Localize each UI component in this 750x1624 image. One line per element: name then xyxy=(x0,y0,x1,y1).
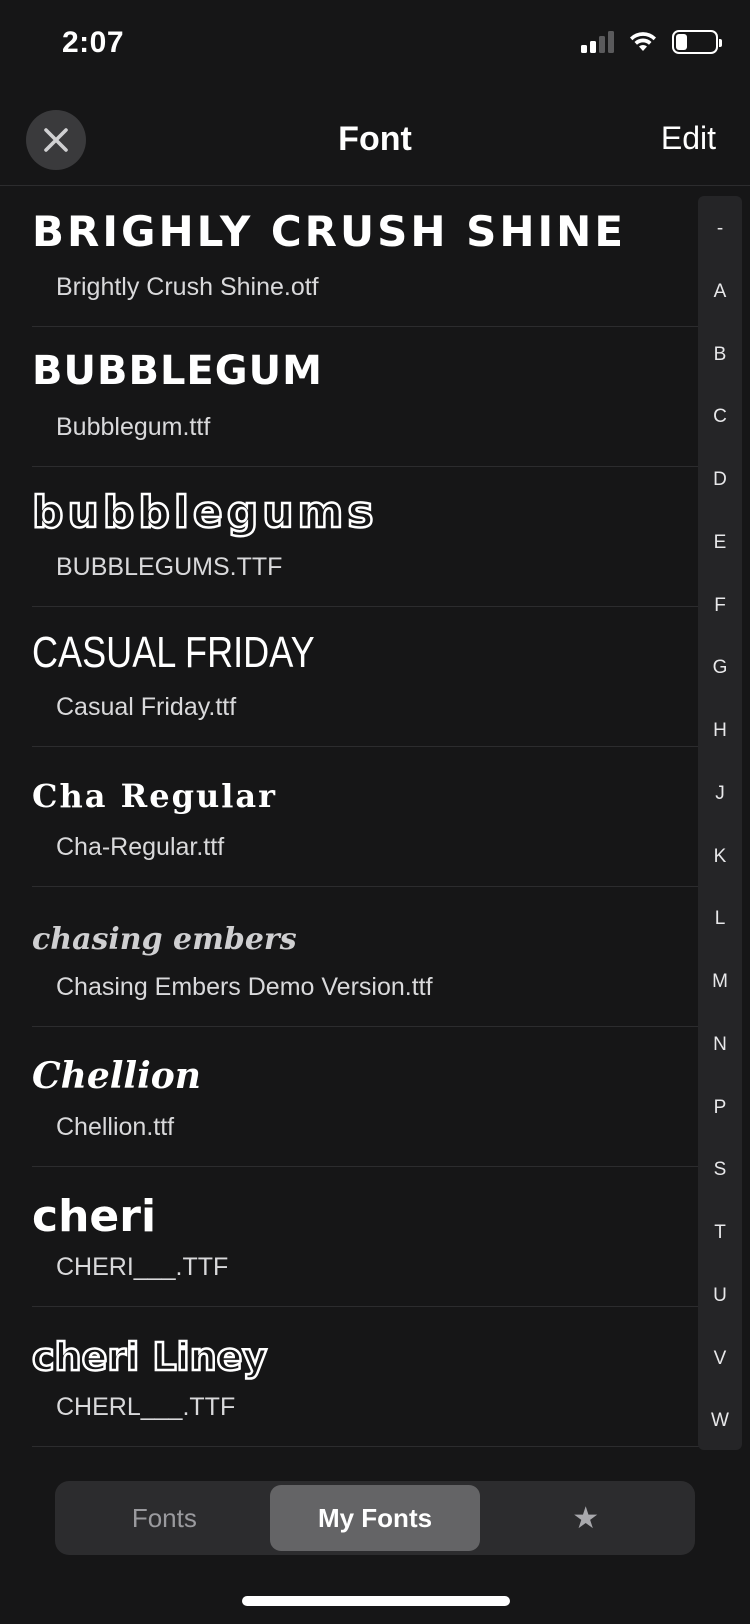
index-letter[interactable]: M xyxy=(698,971,742,993)
font-preview: cheri xyxy=(32,1191,157,1242)
battery-level xyxy=(676,34,688,50)
font-preview: CASUAL FRIDAY xyxy=(32,628,315,677)
font-list-item[interactable]: cheri CHERI___.TTF xyxy=(32,1167,700,1307)
index-letter[interactable]: W xyxy=(698,1410,742,1432)
font-list-item[interactable]: CASUAL FRIDAY Casual Friday.ttf xyxy=(32,607,700,747)
index-letter[interactable]: H xyxy=(698,720,742,742)
index-letter[interactable]: S xyxy=(698,1159,742,1181)
index-letter[interactable]: U xyxy=(698,1285,742,1307)
index-letter[interactable]: L xyxy=(698,908,742,930)
index-letter[interactable]: P xyxy=(698,1097,742,1119)
home-indicator xyxy=(242,1596,510,1606)
index-letter[interactable]: E xyxy=(698,532,742,554)
font-list-item[interactable]: cheri Liney CHERL___.TTF xyxy=(31,1307,700,1447)
font-list-item[interactable]: Chellion Chellion.ttf xyxy=(32,1027,700,1167)
navigation-header: Font Edit xyxy=(0,90,750,186)
alphabet-index[interactable]: - A B C D E F G H J K L M N P S T U V W xyxy=(698,196,742,1450)
font-file-name: Bubblegum.ttf xyxy=(56,413,211,441)
font-preview: Cha Regular xyxy=(32,777,277,815)
cellular-signal-icon xyxy=(581,31,614,53)
index-letter[interactable]: T xyxy=(698,1222,742,1244)
font-preview: chasing embers xyxy=(32,922,297,957)
font-file-name: BUBBLEGUMS.TTF xyxy=(56,553,283,581)
font-file-name: Brightly Crush Shine.otf xyxy=(56,273,319,301)
tab-my-fonts[interactable]: My Fonts xyxy=(269,1485,481,1551)
index-letter[interactable]: C xyxy=(698,406,742,428)
font-list-item[interactable]: chasing embers Chasing Embers Demo Versi… xyxy=(32,887,700,1027)
font-preview: Chellion xyxy=(32,1055,201,1097)
font-file-name: CHERL___.TTF xyxy=(56,1393,236,1421)
font-preview: bubblegums xyxy=(31,487,378,538)
tab-favorites[interactable]: ★ xyxy=(480,1485,691,1551)
index-letter[interactable]: V xyxy=(698,1348,742,1370)
font-list-item[interactable]: Bubblegum Bubblegum.ttf xyxy=(32,327,700,467)
font-list-item[interactable]: Cha Regular Cha-Regular.ttf xyxy=(32,747,700,887)
battery-icon xyxy=(672,30,722,54)
status-icons xyxy=(581,30,722,54)
edit-button[interactable]: Edit xyxy=(661,120,716,157)
index-letter[interactable]: D xyxy=(698,469,742,491)
font-preview: Brighly Crush Shine xyxy=(32,207,627,256)
status-time: 2:07 xyxy=(62,26,125,59)
tab-fonts[interactable]: Fonts xyxy=(59,1485,270,1551)
font-list: Brighly Crush Shine Brightly Crush Shine… xyxy=(0,187,700,1447)
font-file-name: Casual Friday.ttf xyxy=(56,693,237,721)
font-preview: Bubblegum xyxy=(32,348,323,394)
font-file-name: Chellion.ttf xyxy=(56,1113,175,1141)
font-file-name: Chasing Embers Demo Version.ttf xyxy=(56,973,433,1001)
font-preview: cheri Liney xyxy=(31,1335,269,1379)
page-title: Font xyxy=(338,120,412,158)
index-letter[interactable]: - xyxy=(698,218,742,240)
index-letter[interactable]: J xyxy=(698,783,742,805)
index-letter[interactable]: F xyxy=(698,595,742,617)
index-letter[interactable]: G xyxy=(698,657,742,679)
index-letter[interactable]: A xyxy=(698,281,742,303)
segmented-tab-bar: Fonts My Fonts ★ xyxy=(55,1481,695,1555)
font-file-name: CHERI___.TTF xyxy=(56,1253,229,1281)
index-letter[interactable]: K xyxy=(698,846,742,868)
wifi-icon xyxy=(630,32,656,51)
font-list-item[interactable]: bubblegums BUBBLEGUMS.TTF xyxy=(31,467,700,607)
index-letter[interactable]: B xyxy=(698,344,742,366)
font-list-item[interactable]: Brighly Crush Shine Brightly Crush Shine… xyxy=(32,187,700,327)
star-icon: ★ xyxy=(572,1501,600,1535)
index-letter[interactable]: N xyxy=(698,1034,742,1056)
font-file-name: Cha-Regular.ttf xyxy=(56,833,225,861)
status-bar: 2:07 xyxy=(0,0,750,90)
